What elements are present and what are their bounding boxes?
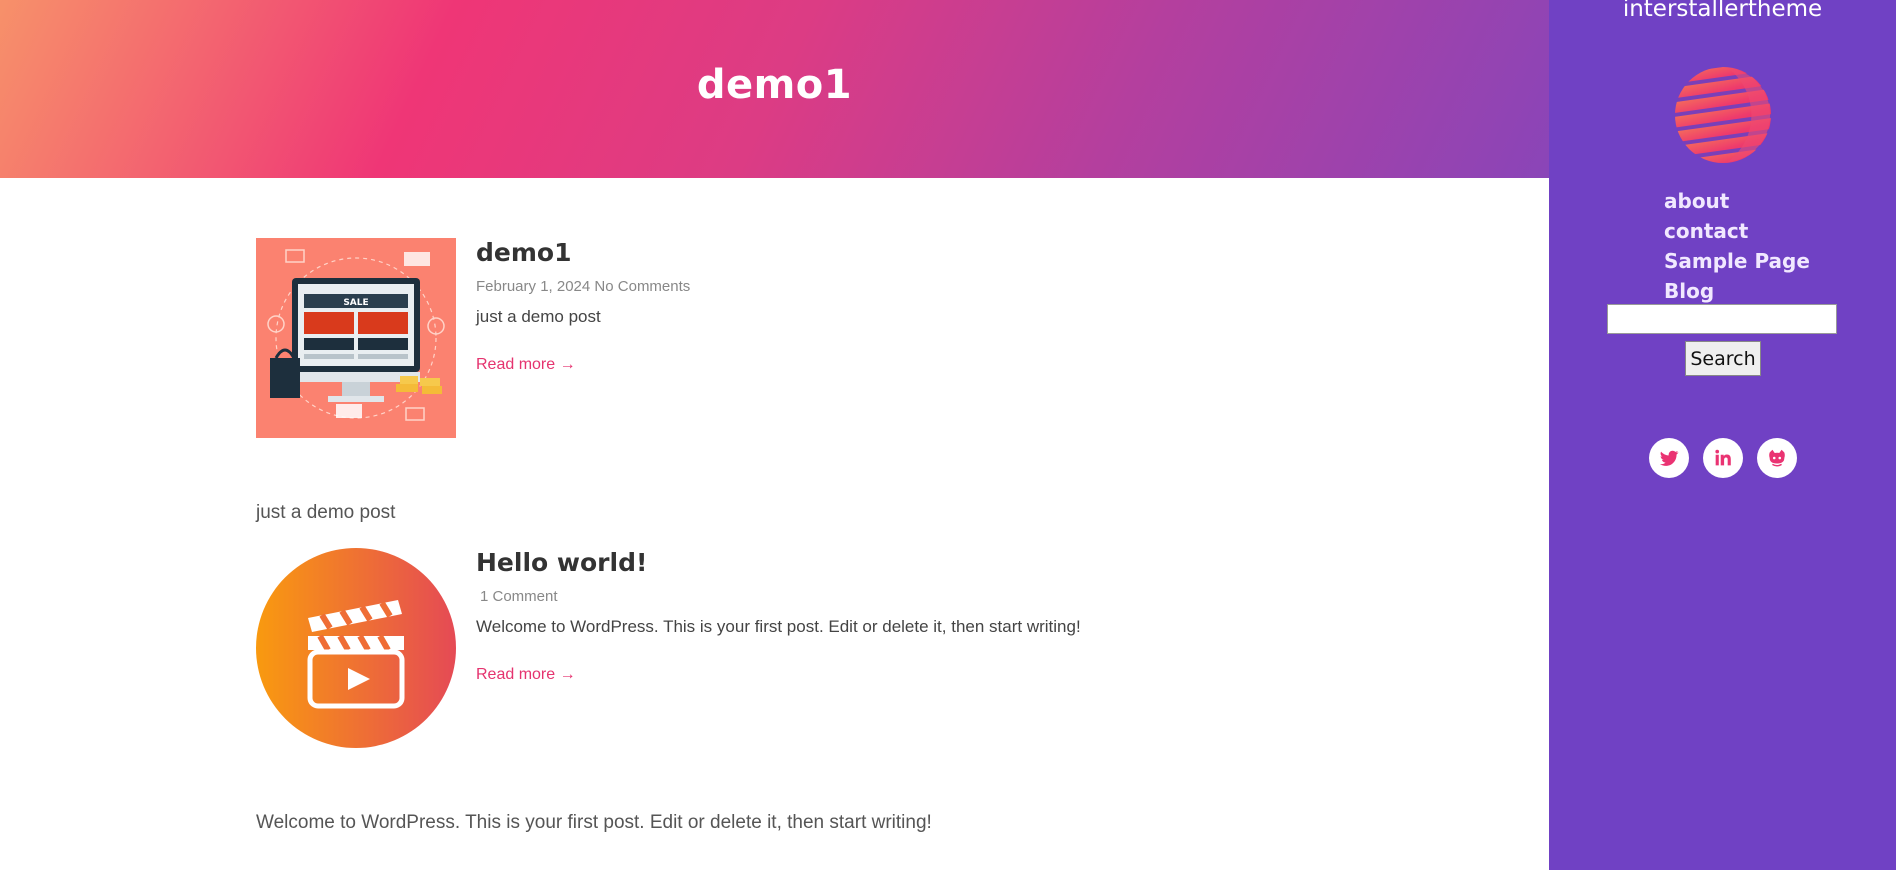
sidebar-nav: about contact Sample Page Blog (1664, 186, 1810, 306)
twitter-icon (1659, 450, 1679, 466)
nav-item-blog[interactable]: Blog (1664, 276, 1810, 306)
post-title[interactable]: Hello world! (476, 548, 647, 577)
globe-logo-icon[interactable] (1674, 66, 1772, 164)
nav-item-about[interactable]: about (1664, 186, 1810, 216)
nav-item-sample-page[interactable]: Sample Page (1664, 246, 1810, 276)
read-more-link[interactable]: Read more → (476, 356, 576, 374)
read-more-link[interactable]: Read more → (476, 666, 576, 684)
post-meta: 1 Comment (480, 588, 558, 605)
post-content: just a demo post (256, 502, 396, 523)
linkedin-link[interactable] (1703, 438, 1743, 478)
site-title[interactable]: interstallertheme (1549, 0, 1896, 22)
nav-item-contact[interactable]: contact (1664, 216, 1810, 246)
post-thumbnail-demo1[interactable]: SALE (256, 238, 456, 438)
page-title: demo1 (696, 62, 853, 108)
page-header: demo1 (0, 0, 1549, 178)
github-icon (1769, 449, 1785, 467)
sidebar: interstallertheme about contact Sample P… (1549, 0, 1896, 870)
post-content: Welcome to WordPress. This is your first… (256, 812, 932, 833)
post-excerpt: just a demo post (476, 307, 601, 326)
post-comments[interactable]: 1 Comment (480, 588, 558, 605)
github-link[interactable] (1757, 438, 1797, 478)
post-date[interactable]: February 1, 2024 (476, 278, 590, 295)
svg-text:SALE: SALE (343, 298, 368, 308)
linkedin-icon (1715, 449, 1731, 466)
search-input[interactable] (1607, 304, 1837, 334)
twitter-link[interactable] (1649, 438, 1689, 478)
post-title[interactable]: demo1 (476, 238, 571, 267)
post-meta: February 1, 2024 No Comments (476, 278, 690, 295)
post-comments[interactable]: No Comments (594, 278, 690, 295)
post-thumbnail-hello-world[interactable] (256, 548, 456, 748)
search-button[interactable]: Search (1685, 341, 1761, 376)
post-excerpt: Welcome to WordPress. This is your first… (476, 617, 1081, 636)
